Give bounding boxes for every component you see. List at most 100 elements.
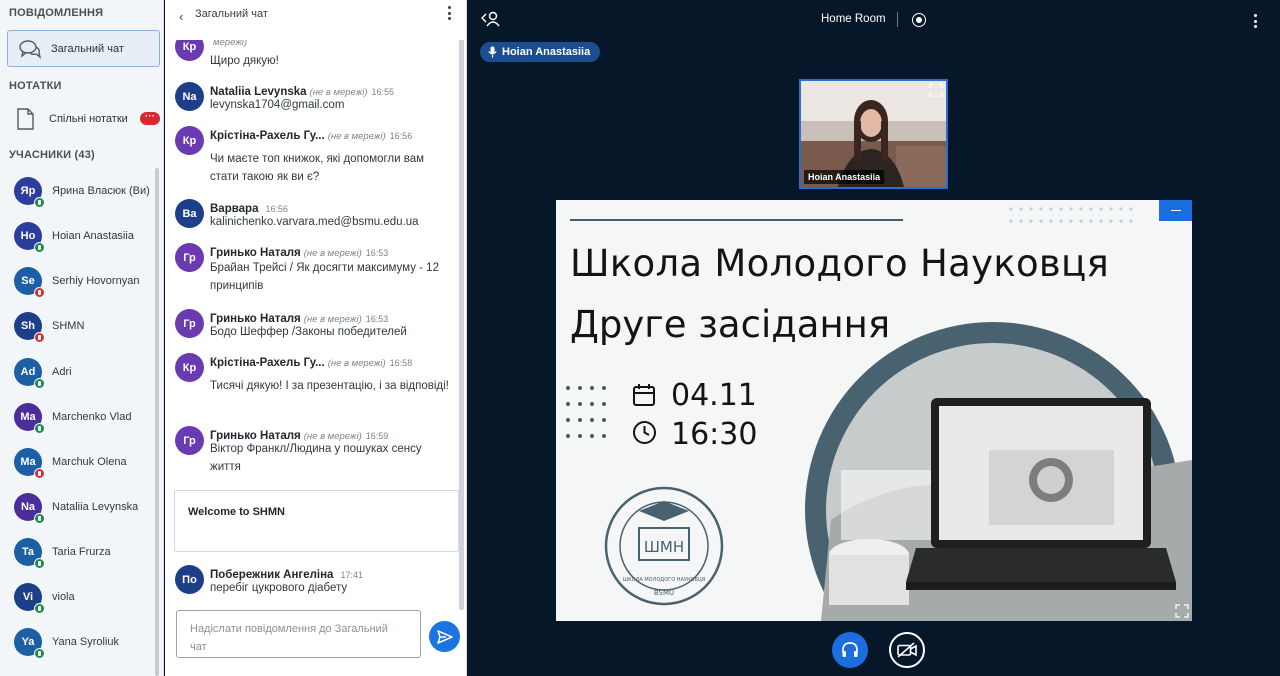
logo-subtitle: ШКОЛА МОЛОДОГО НАУКОВЦЯ <box>623 577 705 583</box>
avatar: Ad <box>14 358 45 389</box>
avatar-initials: Ta <box>21 546 35 558</box>
toggle-userlist-icon[interactable] <box>480 10 501 33</box>
send-button[interactable] <box>429 621 460 652</box>
avatar: Гр <box>175 243 204 272</box>
message-meta: Крістіна-Рахель Гу... (не в мережі) 16:58 <box>210 353 412 371</box>
message-meta: Крістіна-Рахель Гу... (не в мережі) 16:56 <box>210 126 412 144</box>
participant-item[interactable]: Vi viola <box>14 582 159 614</box>
avatar: Vi <box>14 583 45 614</box>
avatar: Sh <box>14 312 45 343</box>
avatar-initials: Кр <box>182 40 197 53</box>
options-menu-icon[interactable] <box>1254 14 1258 28</box>
avatar: По <box>175 565 204 594</box>
participant-name: Marchenko Vlad <box>52 411 132 423</box>
avatar-initials: Na <box>20 501 36 513</box>
avatar-initials: Se <box>21 275 35 287</box>
unmuted-mic-icon <box>34 378 45 389</box>
fullscreen-icon[interactable] <box>929 83 943 97</box>
avatar: Яр <box>14 177 45 208</box>
avatar-initials: Vi <box>22 591 34 603</box>
calendar-icon <box>633 384 655 406</box>
welcome-text: Welcome to SHMN <box>188 506 285 518</box>
message-name: Крістіна-Рахель Гу... <box>210 130 325 142</box>
message-status: (не в мережі) <box>327 131 386 142</box>
slide-top-line <box>570 219 903 221</box>
participant-item[interactable]: Ma Marchenko Vlad <box>14 402 159 434</box>
message-text: levynska1704@gmail.com <box>210 99 345 111</box>
students-scientific-society-logo: ШМН ШКОЛА МОЛОДОГО НАУКОВЦЯ BSMU <box>604 486 724 606</box>
presentation-slide: Школа Молодого Науковця Друге засідання … <box>556 200 1192 621</box>
participant-name: Serhiy Hovornyan <box>52 275 140 287</box>
notes-section-title: НОТАТКИ <box>9 80 62 92</box>
message-name: Гринько Наталя <box>210 247 301 259</box>
chat-scrollbar[interactable] <box>459 38 464 610</box>
participant-item[interactable]: Na Nataliia Levynska <box>14 492 159 524</box>
unmuted-mic-icon <box>34 513 45 524</box>
participant-name: SHMN <box>52 320 85 332</box>
avatar-initials: Ho <box>20 230 36 242</box>
chat-options-icon[interactable] <box>448 6 452 20</box>
participant-item[interactable]: Ho Hoian Anastasiia <box>14 221 159 253</box>
clock-icon <box>633 421 656 444</box>
room-title: Home Room <box>821 13 886 25</box>
avatar: Гр <box>175 426 204 455</box>
send-icon <box>436 629 453 644</box>
avatar: Кр <box>175 126 204 155</box>
chat-message-input[interactable]: Надіслати повідомлення до Загальний чат <box>176 610 421 658</box>
share-webcam-button[interactable] <box>889 632 925 668</box>
record-icon[interactable] <box>912 13 926 27</box>
participant-item[interactable]: Ta Taria Frurza <box>14 537 159 569</box>
participant-name: Taria Frurza <box>52 546 111 558</box>
chat-panel: ‹ Загальний чат Кр мережі) Щиро дякую! Na Na… <box>165 0 467 676</box>
participant-item[interactable]: Se Serhiy Hovornyan <box>14 266 159 298</box>
public-chat-label: Загальний чат <box>51 42 124 55</box>
avatar-initials: Кр <box>182 361 197 374</box>
minimize-presentation-button[interactable] <box>1159 200 1192 221</box>
avatar-initials: Ad <box>20 366 36 378</box>
avatar-initials: Гр <box>183 434 196 447</box>
participant-item[interactable]: Яр Ярина Власюк (Ви) <box>14 176 159 208</box>
avatar: Se <box>14 267 45 298</box>
participant-item[interactable]: Ya Yana Syroliuk <box>14 627 159 659</box>
back-chevron-icon[interactable]: ‹ <box>179 9 183 24</box>
title-divider <box>897 12 898 27</box>
participant-name: Yana Syroliuk <box>52 636 120 648</box>
participant-name: Hoian Anastasiia <box>52 230 134 242</box>
participant-name: Marchuk Olena <box>52 456 127 468</box>
webcam-video[interactable]: Hoian Anastasiia <box>799 79 948 189</box>
sidebar-scrollbar[interactable] <box>155 168 159 676</box>
decor-dots <box>1009 207 1133 223</box>
avatar: Ya <box>14 628 45 659</box>
participants-section-title: УЧАСНИКИ (43) <box>9 149 95 161</box>
shared-notes-item[interactable]: Спільні нотатки ··· <box>7 102 162 136</box>
audio-button[interactable] <box>832 632 868 668</box>
current-talker-indicator[interactable]: Hoian Anastasiia <box>480 42 601 62</box>
avatar: Ma <box>14 403 45 434</box>
avatar-initials: Ва <box>182 207 197 220</box>
participant-item[interactable]: Ma Marchuk Olena <box>14 447 159 479</box>
avatar: Ma <box>14 448 45 479</box>
muted-mic-icon <box>34 287 45 298</box>
microphone-icon <box>488 46 497 58</box>
message-text: перебіг цукрового діабету <box>210 582 348 594</box>
chat-title[interactable]: Загальний чат <box>195 8 268 20</box>
participant-name: Nataliia Levynska <box>52 501 139 513</box>
logo-letters: ШМН <box>644 538 684 556</box>
participant-item[interactable]: Sh SHMN <box>14 311 159 343</box>
public-chat-item[interactable]: Загальний чат <box>7 30 160 67</box>
unmuted-mic-icon <box>34 648 45 659</box>
participant-item[interactable]: Ad Adri <box>14 357 159 389</box>
chat-header: ‹ Загальний чат <box>165 0 466 40</box>
message-text: Щиро дякую! <box>210 55 279 67</box>
message-text: kalinichenko.varvara.med@bsmu.edu.ua <box>210 216 419 228</box>
unmuted-mic-icon <box>34 423 45 434</box>
slide-date: 04.11 <box>671 378 757 413</box>
avatar-initials: По <box>182 573 197 586</box>
avatar-initials: Гр <box>183 251 196 264</box>
document-icon <box>11 105 39 133</box>
shared-notes-label: Спільні нотатки <box>49 113 128 125</box>
message-text: Брайан Трейсі / Як досягти максимуму - 1… <box>210 262 439 292</box>
muted-mic-icon <box>34 468 45 479</box>
headphones-icon <box>842 642 858 657</box>
presentation-fullscreen-icon[interactable] <box>1175 604 1189 618</box>
